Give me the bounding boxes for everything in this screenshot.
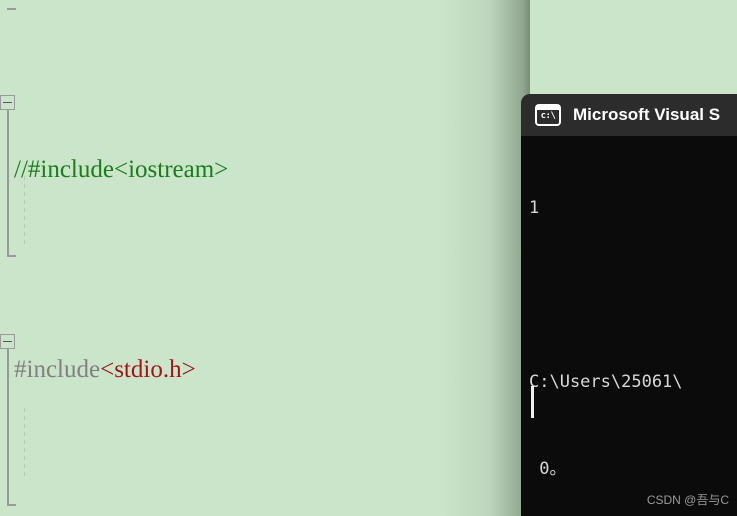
- console-window-title: Microsoft Visual S: [573, 105, 721, 124]
- console-output[interactable]: 1 C:\Users\25061\ 0。 要在调试停止时 按任意键关闭此: [521, 136, 737, 516]
- command-prompt-icon: c:\: [535, 104, 561, 126]
- code-token-preprocessor: #include: [14, 356, 101, 383]
- code-token-include-path: <stdio.h>: [100, 356, 196, 383]
- screenshot-root: //#include<iostream> #include<stdio.h> i…: [0, 0, 737, 516]
- console-output-line: 1: [529, 198, 540, 218]
- console-titlebar[interactable]: c:\ Microsoft Visual S: [521, 94, 737, 136]
- console-output-blank: [521, 281, 737, 310]
- console-text-cursor: [531, 386, 534, 418]
- command-prompt-icon-label: c:\: [540, 111, 556, 121]
- console-output-line: C:\Users\25061\: [529, 372, 683, 392]
- debug-console-window[interactable]: c:\ Microsoft Visual S 1 C:\Users\25061\…: [521, 94, 737, 516]
- code-token-comment: //#include<iostream>: [14, 156, 229, 183]
- console-output-line: 0。: [529, 459, 567, 479]
- watermark-text: CSDN @吾与C: [646, 493, 729, 507]
